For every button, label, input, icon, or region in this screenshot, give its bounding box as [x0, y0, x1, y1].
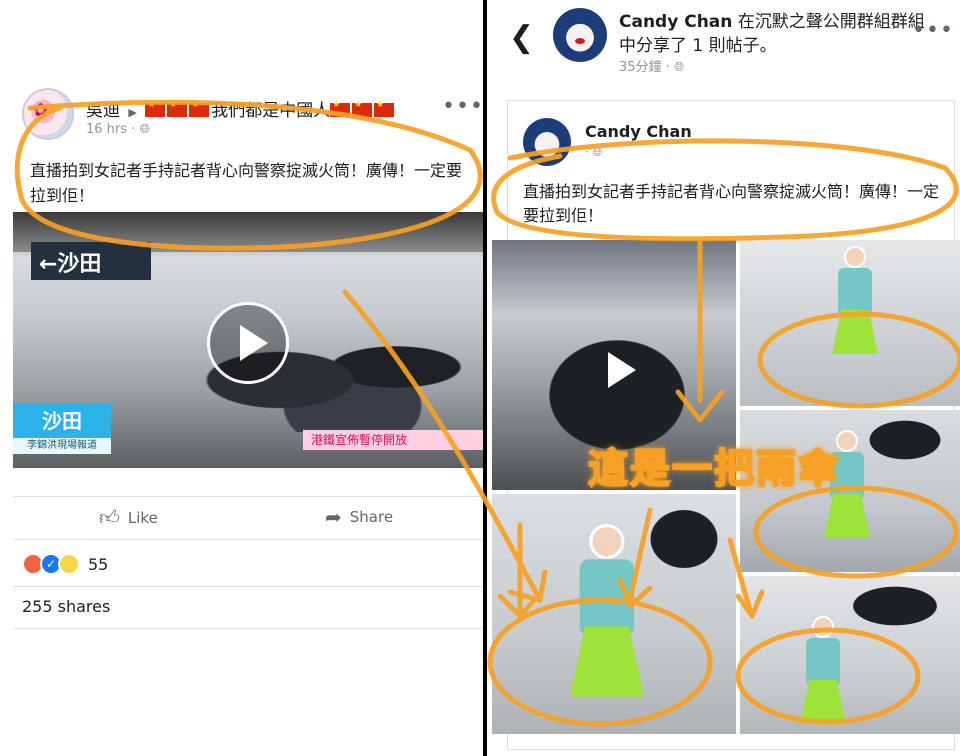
post-time[interactable]: 16 hrs: [86, 122, 127, 137]
more-dots-icon[interactable]: •••: [912, 18, 954, 43]
author-name[interactable]: 吳迪: [86, 101, 120, 121]
china-flag-icon: [167, 100, 188, 117]
original-author-name[interactable]: Candy Chan: [585, 122, 692, 141]
wow-reaction-icon: [58, 553, 80, 575]
photo-person: [570, 524, 644, 716]
globe-icon: 🌐︎: [592, 145, 603, 159]
original-post-meta: · 🌐︎: [585, 145, 603, 159]
more-dots-icon[interactable]: •••: [442, 94, 484, 119]
share-label: Share: [349, 508, 394, 526]
share-header: Candy Chan 在沉默之聲公開群組群組中分享了 1 則帖子。: [619, 10, 939, 58]
post-meta: 35分鐘 · 🌐︎: [619, 60, 685, 75]
sharer-name[interactable]: Candy Chan: [619, 12, 732, 32]
post-time[interactable]: 35分鐘: [619, 60, 662, 75]
globe-icon: 🌐︎: [673, 60, 685, 75]
location-subcaption: 李錦洪現場報道: [13, 438, 111, 454]
china-flag-icon: [374, 100, 395, 117]
share-button[interactable]: ➦ Share: [325, 505, 393, 529]
photo-person: [832, 246, 878, 366]
photo-grid-image[interactable]: [740, 576, 960, 734]
reaction-count: 55: [88, 554, 109, 574]
like-button[interactable]: 👍︎ Like: [99, 505, 158, 530]
like-label: Like: [127, 508, 158, 527]
avatar-logo-icon: ✿: [33, 100, 49, 121]
photo-grid-image[interactable]: [492, 494, 736, 734]
umbrella-icon: [570, 626, 644, 697]
reactions-summary[interactable]: ✓ 55: [22, 550, 108, 578]
avatar[interactable]: [553, 8, 607, 62]
station-sign: ←沙田: [31, 242, 151, 280]
photo-person: [800, 616, 846, 734]
photo-grid-image[interactable]: [740, 240, 960, 406]
avatar[interactable]: [523, 118, 571, 166]
share-arrow-icon: ➦: [325, 505, 342, 529]
original-post-text: 直播拍到女記者手持記者背心向警察掟滅火筒！廣傳！一定要拉到佢！: [523, 182, 940, 225]
poster-line: 吳迪 ▶ 我們都是中國人: [86, 96, 396, 121]
photo-crowd: [830, 576, 960, 636]
news-ticker: 港鐵宣佈暫停開放: [303, 430, 483, 450]
arrow-right-icon: ▶: [128, 106, 137, 119]
left-post-header: ✿ 吳迪 ▶ 我們都是中國人 16 hrs · 🌐︎: [22, 88, 472, 148]
action-bar: 👍︎ Like ➦ Share: [13, 496, 483, 540]
post-meta: 16 hrs · 🌐︎: [86, 122, 150, 137]
group-name[interactable]: 我們都是中國人: [211, 101, 330, 121]
china-flag-icon: [352, 100, 373, 117]
divider: [13, 628, 483, 629]
annotation-caption: 這是一把雨傘: [587, 445, 840, 493]
left-post-panel: ✿ 吳迪 ▶ 我們都是中國人 16 hrs · 🌐︎ ••• 直播拍到女記者手持…: [0, 0, 483, 756]
china-flag-icon: [330, 100, 351, 117]
globe-icon: 🌐︎: [139, 122, 150, 137]
right-post-panel: ❮ Candy Chan 在沉默之聲公開群組群組中分享了 1 則帖子。 35分鐘…: [487, 0, 960, 756]
location-caption: 沙田: [13, 404, 111, 438]
shares-count[interactable]: 255 shares: [22, 597, 110, 616]
umbrella-icon: [800, 680, 846, 724]
umbrella-icon: [824, 494, 870, 538]
thumbs-up-icon: 👍︎: [99, 505, 120, 529]
china-flag-icon: [145, 100, 166, 117]
avatar[interactable]: ✿: [22, 88, 74, 140]
divider: [13, 586, 483, 587]
post-text: 直播拍到女記者手持記者背心向警察掟滅火筒！廣傳！一定要拉到佢！: [30, 161, 463, 205]
play-button[interactable]: [207, 302, 289, 384]
china-flag-icon: [189, 100, 210, 117]
umbrella-icon: [832, 310, 878, 354]
video-player[interactable]: ←沙田 沙田 李錦洪現場報道 港鐵宣佈暫停開放: [13, 212, 483, 468]
photo-crowd: [632, 494, 736, 584]
chevron-left-icon[interactable]: ❮: [509, 20, 534, 55]
play-button[interactable]: [600, 350, 640, 390]
